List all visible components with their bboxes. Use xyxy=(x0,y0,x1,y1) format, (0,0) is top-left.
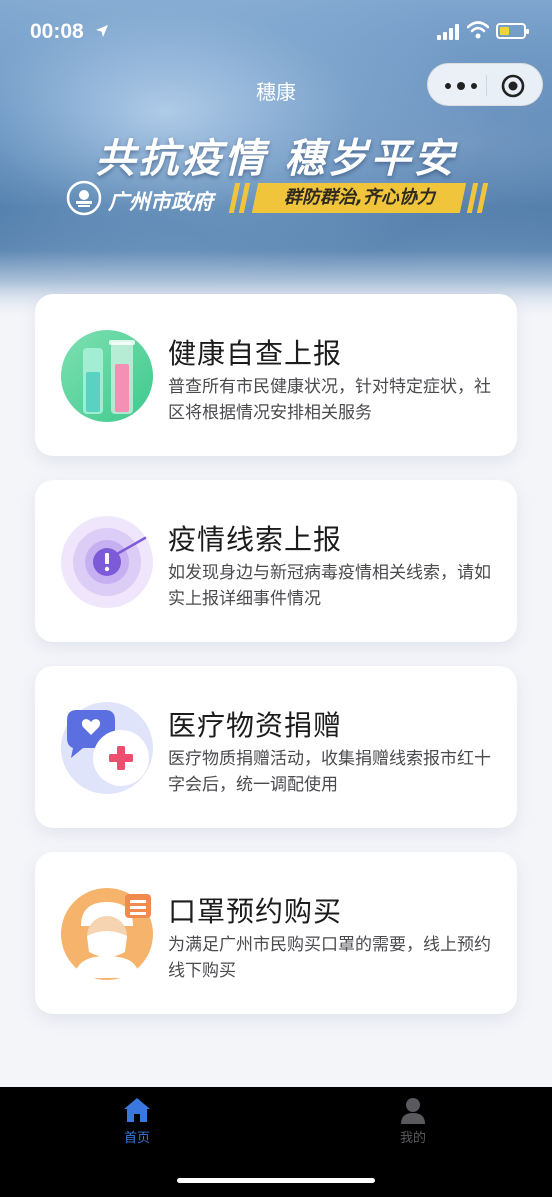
card-title: 医疗物资捐赠 xyxy=(168,709,343,742)
card-description: 如发现身边与新冠病毒疫情相关线索，请如实上报详细事件情况 xyxy=(168,563,491,609)
government-name: 广州市政府 xyxy=(108,190,213,214)
card-title: 口罩预约购买 xyxy=(168,895,343,928)
home-indicator xyxy=(177,1178,375,1183)
slogan-stripe xyxy=(466,183,479,213)
card-epidemic-clue-report[interactable]: 疫情线索上报 如发现身边与新冠病毒疫情相关线索，请如实上报详细事件情况 xyxy=(35,480,517,642)
home-icon xyxy=(124,1098,150,1122)
card-description: 普查所有市民健康状况，针对特定症状，社区将根据情况安排相关服务 xyxy=(168,377,491,423)
tab-home[interactable]: 首页 xyxy=(87,1087,187,1157)
card-mask-reservation[interactable]: 口罩预约购买 为满足广州市民购买口罩的需要，线上预约线下购买 xyxy=(35,852,517,1014)
donation-chat-icon xyxy=(61,702,153,794)
tab-label: 首页 xyxy=(123,1131,150,1146)
signal-icon xyxy=(437,24,459,40)
tab-label: 我的 xyxy=(399,1131,426,1146)
slogan-text: 群防群治,齐心协力 xyxy=(283,187,435,208)
miniprogram-capsule xyxy=(427,63,543,106)
battery-icon xyxy=(496,23,529,39)
card-description: 医疗物质捐赠活动，收集捐赠线索报市红十字会后，统一调配使用 xyxy=(168,749,491,795)
status-bar: 00:08 xyxy=(0,0,552,62)
card-health-self-check[interactable]: 健康自查上报 普查所有市民健康状况，针对特定症状，社区将根据情况安排相关服务 xyxy=(35,294,517,456)
slogan-stripe xyxy=(476,183,489,213)
card-medical-donation[interactable]: 医疗物资捐赠 医疗物质捐赠活动，收集捐赠线索报市红十字会后，统一调配使用 xyxy=(35,666,517,828)
hero-banner: 00:08 穗康 共抗疫情 穗岁平安 广州市政府 群防群治,齐心协力 xyxy=(0,0,552,320)
wifi-icon xyxy=(467,21,489,39)
card-title: 健康自查上报 xyxy=(168,337,343,370)
slogan-badge: 群防群治,齐心协力 xyxy=(251,183,467,213)
card-description: 为满足广州市民购买口罩的需要，线上预约线下购买 xyxy=(168,935,491,981)
test-tubes-icon xyxy=(61,330,153,422)
location-arrow-icon xyxy=(96,25,108,37)
user-icon xyxy=(401,1098,425,1124)
slogan-stripe xyxy=(228,183,241,213)
more-icon[interactable] xyxy=(444,82,478,90)
tab-mine[interactable]: 我的 xyxy=(363,1087,463,1157)
close-miniprogram-icon[interactable] xyxy=(501,74,525,98)
banner-title: 共抗疫情 穗岁平安 xyxy=(95,136,457,182)
alert-radar-icon xyxy=(61,516,153,608)
slogan-stripe xyxy=(238,183,251,213)
mask-doctor-icon xyxy=(61,888,153,980)
status-time: 00:08 xyxy=(30,20,84,43)
card-title: 疫情线索上报 xyxy=(168,523,343,556)
government-emblem-icon xyxy=(66,180,102,216)
capsule-divider xyxy=(486,75,487,96)
